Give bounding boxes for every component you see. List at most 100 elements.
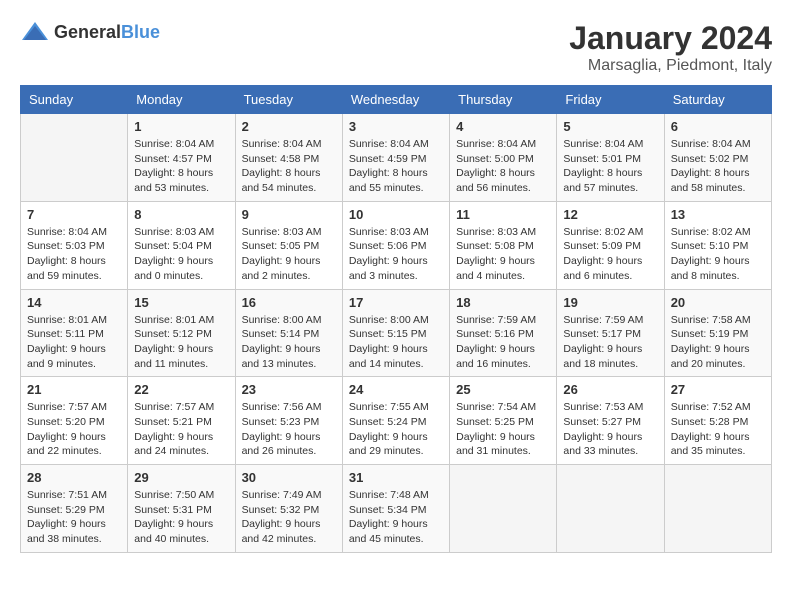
sunset-text: Sunset: 5:23 PM	[242, 416, 320, 428]
sunrise-text: Sunrise: 7:52 AM	[671, 401, 751, 413]
day-number: 22	[134, 382, 228, 397]
sunset-text: Sunset: 5:19 PM	[671, 328, 749, 340]
sunset-text: Sunset: 5:14 PM	[242, 328, 320, 340]
calendar-cell: 10Sunrise: 8:03 AMSunset: 5:06 PMDayligh…	[342, 201, 449, 289]
day-number: 18	[456, 295, 550, 310]
day-number: 17	[349, 295, 443, 310]
sunrise-text: Sunrise: 8:02 AM	[563, 226, 643, 238]
day-number: 25	[456, 382, 550, 397]
calendar-cell: 15Sunrise: 8:01 AMSunset: 5:12 PMDayligh…	[128, 289, 235, 377]
sunset-text: Sunset: 5:10 PM	[671, 240, 749, 252]
day-info: Sunrise: 7:50 AMSunset: 5:31 PMDaylight:…	[134, 488, 228, 547]
day-info: Sunrise: 7:55 AMSunset: 5:24 PMDaylight:…	[349, 400, 443, 459]
sunset-text: Sunset: 5:27 PM	[563, 416, 641, 428]
sunset-text: Sunset: 5:29 PM	[27, 504, 105, 516]
logo: GeneralBlue	[20, 20, 160, 44]
daylight-text: Daylight: 9 hours and 0 minutes.	[134, 255, 213, 282]
daylight-text: Daylight: 9 hours and 40 minutes.	[134, 518, 213, 545]
day-info: Sunrise: 7:51 AM Sunset: 5:29 PM Daylight:…	[27, 488, 121, 547]
sunrise-text: Sunrise: 7:59 AM	[563, 314, 643, 326]
day-info: Sunrise: 7:54 AMSunset: 5:25 PMDaylight:…	[456, 400, 550, 459]
sunrise-text: Sunrise: 8:03 AM	[242, 226, 322, 238]
daylight-text: Daylight: 9 hours and 33 minutes.	[563, 431, 642, 458]
day-info: Sunrise: 7:52 AMSunset: 5:28 PMDaylight:…	[671, 400, 765, 459]
day-number: 31	[349, 470, 443, 485]
sunrise-text: Sunrise: 8:04 AM	[563, 138, 643, 150]
logo-blue-text: Blue	[121, 22, 160, 42]
sunrise-text: Sunrise: 7:54 AM	[456, 401, 536, 413]
daylight-text: Daylight: 9 hours and 45 minutes.	[349, 518, 428, 545]
daylight-text: Daylight: 9 hours and 8 minutes.	[671, 255, 750, 282]
daylight-text: Daylight: 9 hours and 18 minutes.	[563, 343, 642, 370]
sunset-text: Sunset: 4:57 PM	[134, 153, 212, 165]
sunset-text: Sunset: 5:03 PM	[27, 240, 105, 252]
day-info: Sunrise: 8:00 AMSunset: 5:14 PMDaylight:…	[242, 313, 336, 372]
day-info: Sunrise: 8:00 AMSunset: 5:15 PMDaylight:…	[349, 313, 443, 372]
calendar-cell: 24Sunrise: 7:55 AMSunset: 5:24 PMDayligh…	[342, 377, 449, 465]
calendar-cell: 2Sunrise: 8:04 AMSunset: 4:58 PMDaylight…	[235, 114, 342, 202]
logo-icon	[20, 20, 50, 44]
day-info: Sunrise: 8:04 AMSunset: 5:02 PMDaylight:…	[671, 137, 765, 196]
sunrise-text: Sunrise: 8:04 AM	[349, 138, 429, 150]
daylight-text: Daylight: 8 hours and 54 minutes.	[242, 167, 321, 194]
daylight-text: Daylight: 9 hours and 20 minutes.	[671, 343, 750, 370]
header-saturday: Saturday	[664, 86, 771, 114]
page-header: GeneralBlue January 2024 Marsaglia, Pied…	[20, 20, 772, 75]
calendar-cell: 27Sunrise: 7:52 AMSunset: 5:28 PMDayligh…	[664, 377, 771, 465]
sunset-text: Sunset: 5:04 PM	[134, 240, 212, 252]
calendar-cell: 8Sunrise: 8:03 AMSunset: 5:04 PMDaylight…	[128, 201, 235, 289]
daylight-text: Daylight: 9 hours and 22 minutes.	[27, 431, 106, 458]
week-row-1: 1Sunrise: 8:04 AMSunset: 4:57 PMDaylight…	[21, 114, 772, 202]
day-info: Sunrise: 8:01 AMSunset: 5:11 PMDaylight:…	[27, 313, 121, 372]
logo-general-text: General	[54, 22, 121, 42]
calendar-cell: 13Sunrise: 8:02 AMSunset: 5:10 PMDayligh…	[664, 201, 771, 289]
header-tuesday: Tuesday	[235, 86, 342, 114]
calendar-cell: 12Sunrise: 8:02 AMSunset: 5:09 PMDayligh…	[557, 201, 664, 289]
calendar-cell: 18Sunrise: 7:59 AMSunset: 5:16 PMDayligh…	[450, 289, 557, 377]
sunrise-text: Sunrise: 8:03 AM	[134, 226, 214, 238]
daylight-text: Daylight: 9 hours and 3 minutes.	[349, 255, 428, 282]
sunrise-text: Sunrise: 7:57 AM	[27, 401, 107, 413]
sunrise-text: Sunrise: 7:51 AM	[27, 489, 107, 501]
week-row-3: 14Sunrise: 8:01 AMSunset: 5:11 PMDayligh…	[21, 289, 772, 377]
sunset-text: Sunset: 5:06 PM	[349, 240, 427, 252]
calendar-cell: 17 Sunrise: 8:00 AMSunset: 5:15 PMDayligh…	[342, 289, 449, 377]
daylight-text: Daylight: 8 hours and 58 minutes.	[671, 167, 750, 194]
sunset-text: Sunset: 5:12 PM	[134, 328, 212, 340]
sunset-text: Sunset: 5:21 PM	[134, 416, 212, 428]
week-row-4: 21Sunrise: 7:57 AMSunset: 5:20 PMDayligh…	[21, 377, 772, 465]
daylight-text: Daylight: 9 hours and 42 minutes.	[242, 518, 321, 545]
sunset-text: Sunset: 5:09 PM	[563, 240, 641, 252]
sunset-text: Sunset: 4:59 PM	[349, 153, 427, 165]
sunset-text: Sunset: 5:24 PM	[349, 416, 427, 428]
day-number: 26	[563, 382, 657, 397]
sunrise-text: Sunrise: 8:04 AM	[27, 226, 107, 238]
day-info: Sunrise: 8:02 AMSunset: 5:09 PMDaylight:…	[563, 225, 657, 284]
calendar-cell: 11Sunrise: 8:03 AMSunset: 5:08 PMDayligh…	[450, 201, 557, 289]
calendar-cell: 4Sunrise: 8:04 AMSunset: 5:00 PMDaylight…	[450, 114, 557, 202]
day-number: 23	[242, 382, 336, 397]
day-info: Sunrise: 7:58 AM Sunset: 5:19 PM Daylight:…	[671, 313, 765, 372]
day-info: Sunrise: 8:04 AMSunset: 5:01 PMDaylight:…	[563, 137, 657, 196]
day-info: Sunrise: 8:04 AMSunset: 4:59 PMDaylight:…	[349, 137, 443, 196]
daylight-text: Daylight: 9 hours and 38 minutes.	[27, 518, 106, 545]
daylight-text: Daylight: 9 hours and 35 minutes.	[671, 431, 750, 458]
sunset-text: Sunset: 5:00 PM	[456, 153, 534, 165]
daylight-text: Daylight: 9 hours and 11 minutes.	[134, 343, 213, 370]
calendar-cell: 7Sunrise: 8:04 AMSunset: 5:03 PMDaylight…	[21, 201, 128, 289]
day-info: Sunrise: 8:04 AM Sunset: 4:57 PM Daylight:…	[134, 137, 228, 196]
daylight-text: Daylight: 9 hours and 31 minutes.	[456, 431, 535, 458]
sunrise-text: Sunrise: 7:59 AM	[456, 314, 536, 326]
day-number: 20	[671, 295, 765, 310]
day-info: Sunrise: 8:03 AMSunset: 5:08 PMDaylight:…	[456, 225, 550, 284]
daylight-text: Daylight: 8 hours and 53 minutes.	[134, 167, 213, 194]
day-info: Sunrise: 7:59 AMSunset: 5:17 PMDaylight:…	[563, 313, 657, 372]
calendar-cell: 6Sunrise: 8:04 AMSunset: 5:02 PMDaylight…	[664, 114, 771, 202]
calendar-cell: 26Sunrise: 7:53 AMSunset: 5:27 PMDayligh…	[557, 377, 664, 465]
sunrise-text: Sunrise: 8:00 AM	[349, 314, 429, 326]
day-info: Sunrise: 7:57 AMSunset: 5:21 PMDaylight:…	[134, 400, 228, 459]
header-row: SundayMondayTuesdayWednesdayThursdayFrid…	[21, 86, 772, 114]
sunrise-text: Sunrise: 7:58 AM	[671, 314, 751, 326]
week-row-2: 7Sunrise: 8:04 AMSunset: 5:03 PMDaylight…	[21, 201, 772, 289]
sunrise-text: Sunrise: 8:04 AM	[134, 138, 214, 150]
